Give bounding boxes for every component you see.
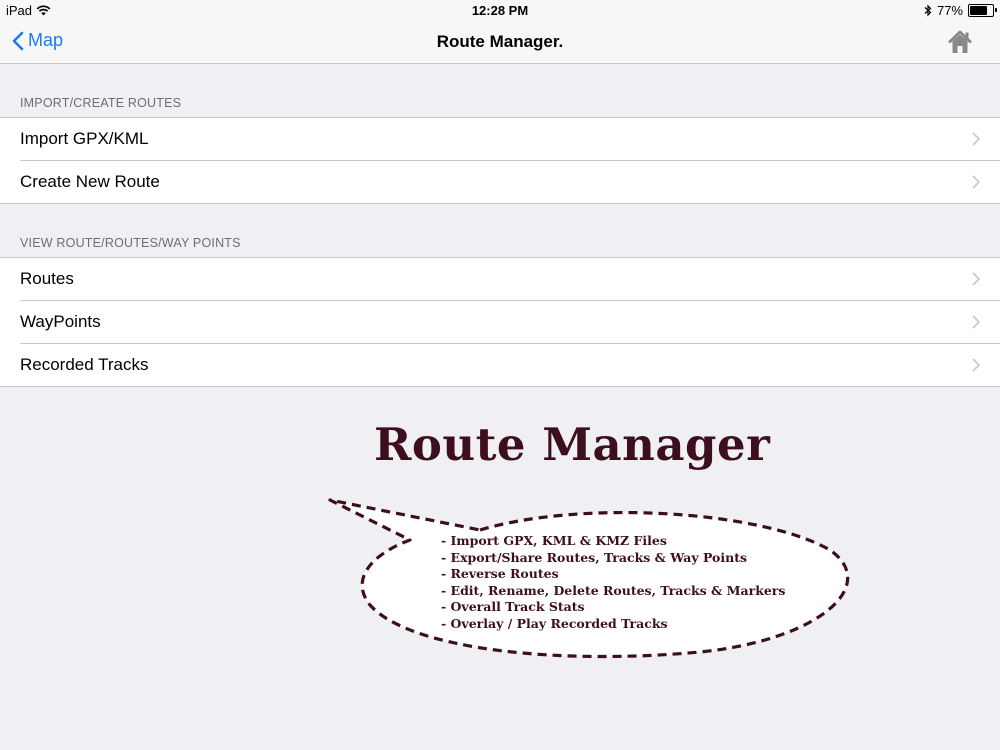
row-recorded-tracks[interactable]: Recorded Tracks — [0, 343, 1000, 386]
section-header-view: VIEW ROUTE/ROUTES/WAY POINTS — [20, 236, 241, 250]
row-label: Routes — [20, 269, 74, 288]
navigation-bar: Map Route Manager. — [0, 22, 1000, 64]
promo-title: Route Manager — [374, 418, 771, 471]
feature-item: - Overlay / Play Recorded Tracks — [441, 615, 668, 631]
chevron-right-icon — [972, 132, 980, 146]
row-label: Recorded Tracks — [20, 355, 149, 374]
status-right: 77% — [924, 3, 997, 18]
row-routes[interactable]: Routes — [0, 258, 1000, 300]
battery-cap — [995, 8, 997, 12]
row-waypoints[interactable]: WayPoints — [0, 300, 1000, 343]
feature-item: - Import GPX, KML & KMZ Files — [441, 533, 667, 548]
chevron-right-icon — [972, 175, 980, 189]
row-create-new-route[interactable]: Create New Route — [0, 160, 1000, 203]
status-time: 12:28 PM — [471, 3, 529, 18]
chevron-right-icon — [972, 358, 980, 372]
chevron-right-icon — [972, 315, 980, 329]
page-title: Route Manager. — [436, 32, 564, 51]
view-routes-group: Routes WayPoints Recorded Tracks — [0, 257, 1000, 387]
home-icon[interactable] — [946, 28, 974, 56]
feature-list: - Import GPX, KML & KMZ Files - Export/S… — [441, 533, 785, 633]
section-header-import: IMPORT/CREATE ROUTES — [20, 96, 182, 110]
status-bar: iPad 12:28 PM 77% — [0, 0, 1000, 22]
import-create-group: Import GPX/KML Create New Route — [0, 117, 1000, 204]
feature-item: - Reverse Routes — [441, 566, 559, 582]
battery-percent: 77% — [936, 3, 963, 18]
row-import-gpx-kml[interactable]: Import GPX/KML — [0, 118, 1000, 160]
battery-level — [970, 6, 987, 15]
battery-icon — [968, 4, 997, 17]
bluetooth-icon — [924, 4, 932, 17]
feature-item: - Edit, Rename, Delete Routes, Tracks & … — [441, 582, 786, 598]
row-label: Create New Route — [20, 172, 160, 191]
row-label: Import GPX/KML — [20, 129, 149, 148]
feature-item: - Overall Track Stats — [441, 599, 585, 615]
feature-item: - Export/Share Routes, Tracks & Way Poin… — [441, 549, 747, 565]
row-label: WayPoints — [20, 312, 101, 331]
chevron-right-icon — [972, 272, 980, 286]
